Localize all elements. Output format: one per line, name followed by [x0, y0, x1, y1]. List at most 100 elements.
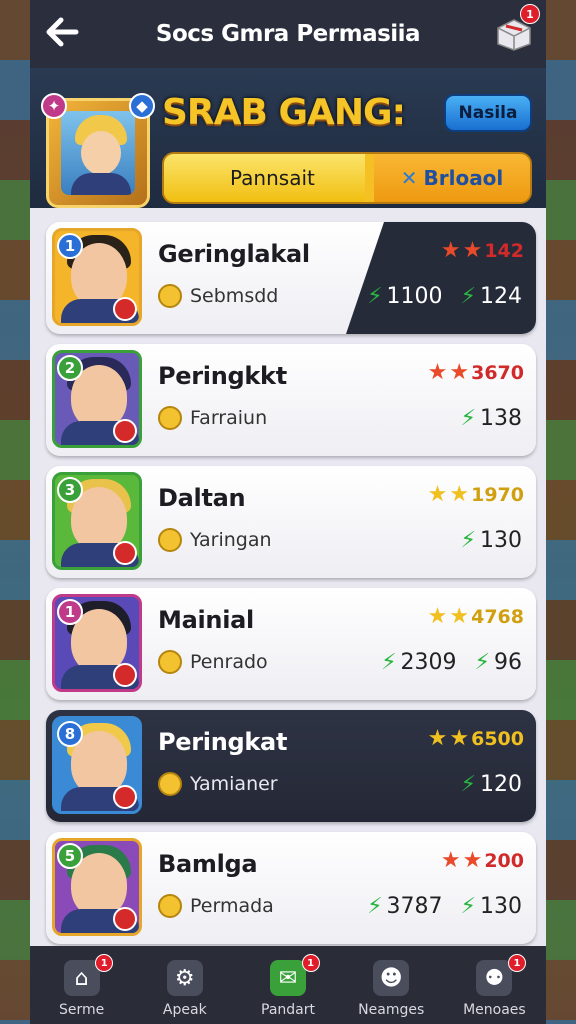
- bolt-icon: ⚡: [367, 894, 383, 919]
- player-stats: ⚡ 138: [461, 406, 522, 431]
- player-sub-label: Penrado: [190, 651, 268, 673]
- back-arrow-icon: [46, 17, 79, 47]
- player-sub-label: Permada: [190, 895, 274, 917]
- gang-level-badge: ✦: [41, 93, 67, 119]
- avatar-corner-badge: [113, 419, 137, 443]
- player-name: Bamlga: [158, 850, 258, 878]
- stat-secondary: ⚡ 124: [461, 284, 522, 309]
- nasila-button[interactable]: Nasila: [444, 94, 532, 132]
- gift-button[interactable]: 1: [494, 4, 540, 52]
- nav-item-serme[interactable]: ⌂ 1 Serme: [30, 946, 133, 1024]
- stat-secondary-value: 130: [480, 528, 522, 553]
- stat-secondary: ⚡ 120: [461, 772, 522, 797]
- coin-icon: [158, 284, 182, 308]
- nav-item-apeak[interactable]: ⚙ Apeak: [133, 946, 236, 1024]
- nav-item-menoaes[interactable]: ⚉ 1 Menoaes: [443, 946, 546, 1024]
- nav-label: Pandart: [261, 1002, 315, 1018]
- player-name: Daltan: [158, 484, 246, 512]
- star-icon: ★: [462, 848, 483, 873]
- coin-icon: [158, 528, 182, 552]
- player-avatar[interactable]: 2: [52, 350, 142, 448]
- stat-secondary: ⚡ 96: [475, 650, 522, 675]
- leaderboard-row[interactable]: 5 Bamlga Permada ★ ★ 200 ⚡ 3787 ⚡ 130: [46, 832, 536, 944]
- player-name: Geringlakal: [158, 240, 310, 268]
- avatar-corner-badge: [113, 785, 137, 809]
- nav-label: Serme: [58, 1002, 105, 1018]
- star-score: ★ ★ 6500: [427, 726, 524, 751]
- profile-icon: ⚉: [476, 960, 513, 996]
- star-icon: ★: [449, 726, 470, 751]
- player-sub-label: Sebmsdd: [190, 285, 279, 307]
- gang-boost-badge: ◆: [129, 93, 155, 119]
- stat-primary: ⚡ 2309: [381, 650, 456, 675]
- bolt-icon: ⚡: [460, 406, 476, 431]
- coin-icon: [158, 772, 182, 796]
- star-score: ★ ★ 142: [441, 238, 524, 263]
- player-stats: ⚡ 1100 ⚡ 124: [367, 284, 522, 309]
- gang-avatar[interactable]: ✦ ◆: [41, 93, 155, 208]
- bolt-icon: ⚡: [460, 772, 476, 797]
- star-icon: ★: [449, 482, 470, 507]
- progress-action-button[interactable]: ✕ Brloaol: [374, 154, 530, 202]
- avatar-corner-badge: [113, 907, 137, 931]
- leaderboard-row[interactable]: 3 Daltan Yaringan ★ ★ 1970 ⚡ 130: [46, 466, 536, 578]
- bolt-icon: ⚡: [367, 284, 383, 309]
- star-icon: ★: [427, 360, 448, 385]
- stat-secondary-value: 120: [480, 772, 522, 797]
- progress-label: Pannsait: [230, 166, 315, 190]
- star-icon: ★: [427, 482, 448, 507]
- rank-badge: 8: [57, 721, 83, 747]
- star-icon: ★: [427, 604, 448, 629]
- star-icon: ★: [449, 604, 470, 629]
- player-subline: Permada: [158, 894, 274, 918]
- nav-label: Apeak: [162, 1002, 207, 1018]
- player-avatar[interactable]: 1: [52, 594, 142, 692]
- stat-secondary: ⚡ 130: [461, 528, 522, 553]
- app-screen: Socs Gmra Permasiia 1 ✦ ◆ SRAB GANG: Nas…: [30, 0, 546, 1024]
- player-avatar[interactable]: 3: [52, 472, 142, 570]
- search-icon: ⚙: [166, 960, 203, 996]
- star-icon: ★: [427, 726, 448, 751]
- leaderboard-row[interactable]: 1 Mainial Penrado ★ ★ 4768 ⚡ 2309 ⚡ 96: [46, 588, 536, 700]
- stat-secondary-value: 124: [480, 284, 522, 309]
- player-avatar[interactable]: 5: [52, 838, 142, 936]
- bolt-icon: ⚡: [460, 284, 476, 309]
- player-stats: ⚡ 120: [461, 772, 522, 797]
- star-icon: ★: [462, 238, 483, 263]
- player-sub-label: Yamianer: [190, 773, 278, 795]
- star-score-value: 6500: [471, 728, 524, 750]
- rank-badge: 2: [57, 355, 83, 381]
- bottom-navigation: ⌂ 1 Serme ⚙ Apeak ✉ 1 Pandart ☻ Neamges …: [30, 946, 546, 1024]
- leaderboard-row[interactable]: 1 Geringlakal Sebmsdd ★ ★ 142 ⚡ 1100 ⚡ 124: [46, 222, 536, 334]
- nav-item-pandart[interactable]: ✉ 1 Pandart: [236, 946, 339, 1024]
- rank-badge: 5: [57, 843, 83, 869]
- player-avatar[interactable]: 8: [52, 716, 142, 814]
- stat-secondary: ⚡ 138: [461, 406, 522, 431]
- star-score-value: 200: [484, 850, 524, 872]
- player-avatar[interactable]: 1: [52, 228, 142, 326]
- player-sub-label: Yaringan: [190, 529, 272, 551]
- player-subline: Penrado: [158, 650, 268, 674]
- star-icon: ★: [440, 848, 461, 873]
- back-button[interactable]: [40, 10, 84, 54]
- rank-badge: 3: [57, 477, 83, 503]
- player-subline: Sebmsdd: [158, 284, 278, 308]
- home-icon: ⌂: [63, 960, 100, 996]
- star-score-value: 142: [484, 240, 524, 262]
- leaderboard-row[interactable]: 8 Peringkat Yamianer ★ ★ 6500 ⚡ 120: [46, 710, 536, 822]
- stat-secondary-value: 130: [480, 894, 522, 919]
- nav-item-neamges[interactable]: ☻ Neamges: [340, 946, 443, 1024]
- star-score: ★ ★ 4768: [427, 604, 524, 629]
- avatar-corner-badge: [113, 541, 137, 565]
- coin-icon: [158, 894, 182, 918]
- stat-secondary: ⚡ 130: [461, 894, 522, 919]
- leaderboard-row[interactable]: 2 Peringkkt Farraiun ★ ★ 3670 ⚡ 138: [46, 344, 536, 456]
- star-score: ★ ★ 200: [440, 848, 524, 873]
- stat-primary-value: 1100: [386, 284, 443, 309]
- nav-notification-badge: 1: [95, 954, 114, 972]
- chat-icon: ✉: [270, 960, 306, 996]
- stat-primary: ⚡ 3787: [367, 894, 442, 919]
- player-subline: Yamianer: [158, 772, 278, 796]
- stat-secondary-value: 138: [480, 406, 522, 431]
- star-icon: ★: [449, 360, 470, 385]
